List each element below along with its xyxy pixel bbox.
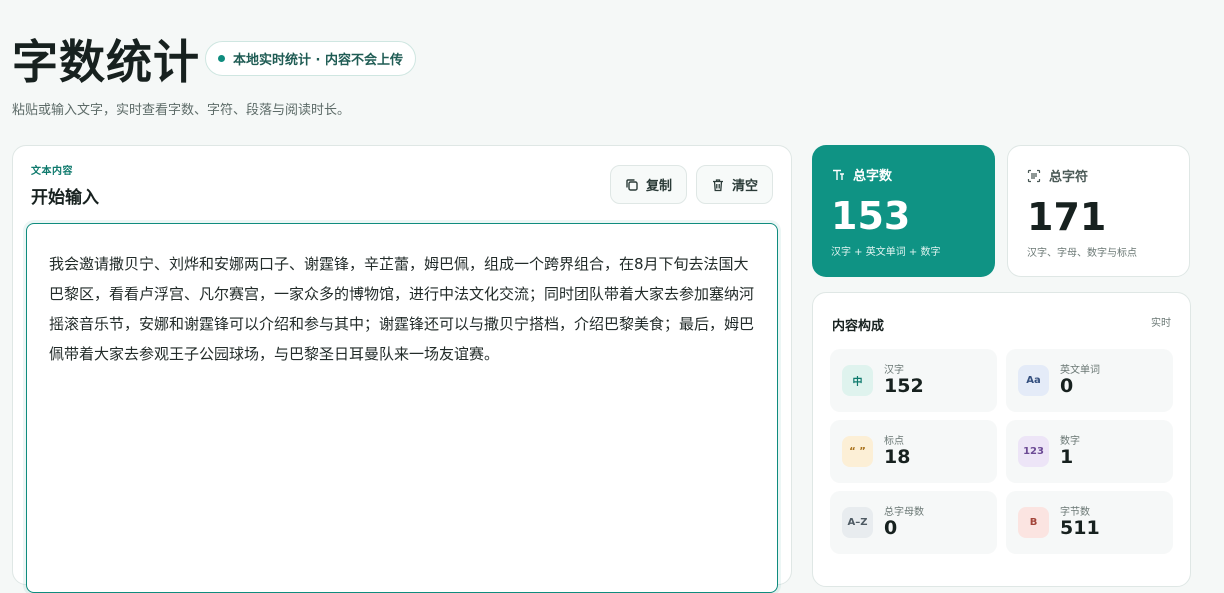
scan-text-icon (1027, 169, 1041, 182)
editor-card: 文本内容 开始输入 复制 清空 我会邀请撒贝宁、刘烨和安娜两口子、谢霆锋，辛芷蕾… (12, 145, 792, 593)
total-words-card: 总字数 153 汉字 + 英文单词 + 数字 (812, 145, 995, 277)
copy-button[interactable]: 复制 (609, 165, 687, 204)
breakdown-card: 内容构成 实时 中 汉字 152 Aa 英文单词 0 “ ” 标点 18 123… (812, 292, 1191, 587)
total-words-label-row: 总字数 (831, 165, 976, 184)
metric-value: 1 (1060, 446, 1074, 468)
alphabet-icon: A–Z (842, 507, 873, 538)
editor-toolbar: 复制 清空 (609, 165, 773, 204)
total-chars-label: 总字符 (1049, 170, 1089, 185)
total-chars-value: 171 (1027, 195, 1107, 239)
text-input[interactable]: 我会邀请撒贝宁、刘烨和安娜两口子、谢霆锋，辛芷蕾，姆巴佩，组成一个跨界组合，在8… (26, 223, 778, 593)
total-chars-desc: 汉字、字母、数字与标点 (1027, 248, 1137, 259)
total-words-desc: 汉字 + 英文单词 + 数字 (831, 247, 941, 258)
metric-label: 数字 (1060, 436, 1080, 447)
metric-value: 152 (884, 375, 924, 397)
clear-button[interactable]: 清空 (695, 165, 773, 204)
metric-bytes: B 字节数 511 (1006, 491, 1173, 554)
realtime-tag: 实时 (1151, 318, 1171, 329)
metric-label: 标点 (884, 436, 904, 447)
hanzi-icon: 中 (842, 365, 873, 396)
privacy-badge: 本地实时统计 · 内容不会上传 (205, 41, 416, 76)
copy-button-label: 复制 (645, 179, 672, 194)
metric-english-words: Aa 英文单词 0 (1006, 349, 1173, 412)
clear-button-label: 清空 (731, 179, 758, 194)
editor-kicker: 文本内容 (31, 166, 73, 177)
metric-label: 汉字 (884, 365, 904, 376)
metric-value: 511 (1060, 517, 1100, 539)
breakdown-grid: 中 汉字 152 Aa 英文单词 0 “ ” 标点 18 123 数字 1 A–… (830, 349, 1173, 554)
metric-digits: 123 数字 1 (1006, 420, 1173, 483)
quote-icon: “ ” (842, 436, 873, 467)
copy-icon (626, 178, 638, 191)
letters-icon: Aa (1018, 365, 1049, 396)
total-words-value: 153 (831, 194, 911, 238)
metric-punctuation: “ ” 标点 18 (830, 420, 997, 483)
total-chars-label-row: 总字符 (1027, 166, 1170, 185)
page-subtitle: 粘贴或输入文字，实时查看字数、字符、段落与阅读时长。 (12, 103, 351, 118)
metric-label: 英文单词 (1060, 365, 1100, 376)
number-icon: 123 (1018, 436, 1049, 467)
privacy-badge-label: 本地实时统计 · 内容不会上传 (233, 53, 403, 68)
page-header: 字数统计 本地实时统计 · 内容不会上传 粘贴或输入文字，实时查看字数、字符、段… (12, 28, 812, 123)
total-chars-card: 总字符 171 汉字、字母、数字与标点 (1007, 145, 1190, 277)
byte-icon: B (1018, 507, 1049, 538)
metric-label: 字节数 (1060, 507, 1090, 518)
editor-title: 开始输入 (31, 188, 99, 208)
metric-label: 总字母数 (884, 507, 924, 518)
metric-value: 0 (1060, 375, 1074, 397)
metric-hanzi: 中 汉字 152 (830, 349, 997, 412)
metric-letters: A–Z 总字母数 0 (830, 491, 997, 554)
trash-icon (712, 178, 723, 191)
breakdown-title: 内容构成 (832, 319, 885, 334)
text-size-icon (833, 169, 844, 180)
status-dot-icon (218, 55, 225, 62)
total-words-label: 总字数 (853, 169, 893, 184)
metric-value: 0 (884, 517, 898, 539)
page-title: 字数统计 (12, 35, 200, 89)
metric-value: 18 (884, 446, 911, 468)
